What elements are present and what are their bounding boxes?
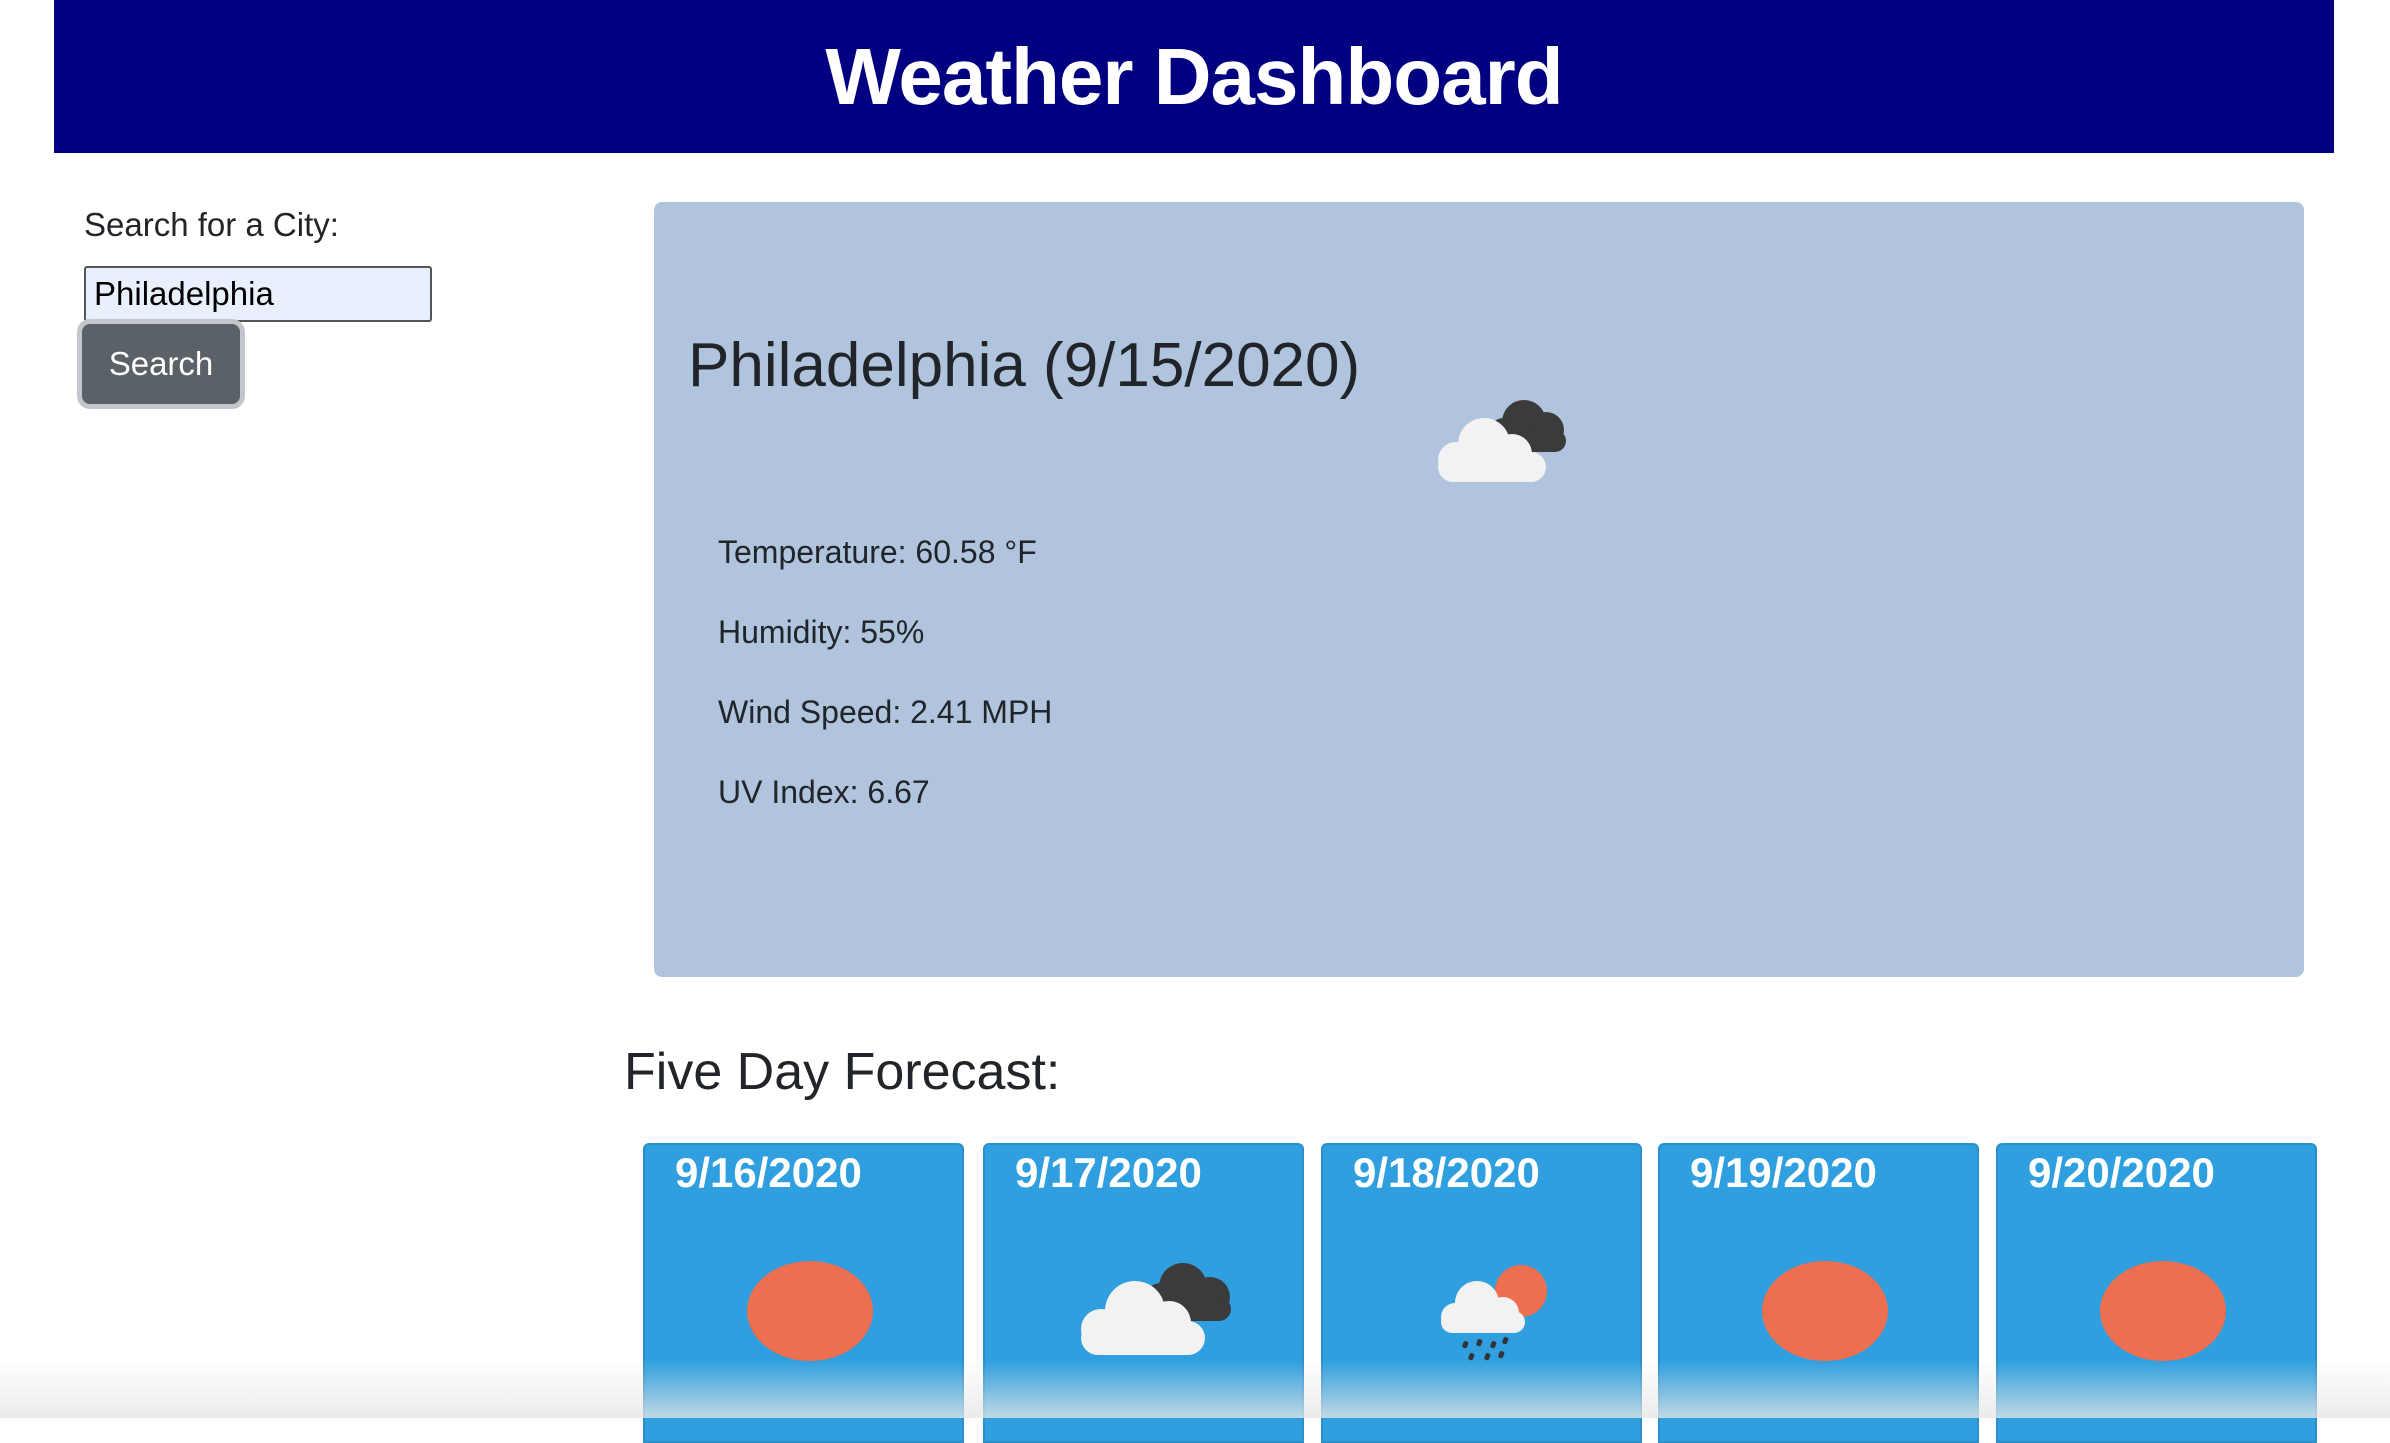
forecast-card: 9/18/2020 — [1321, 1143, 1642, 1443]
city-search-input[interactable] — [84, 266, 432, 322]
temperature-text: Temperature: 60.58 °F — [718, 534, 1037, 570]
forecast-card: 9/19/2020 — [1658, 1143, 1979, 1443]
current-city-heading: Philadelphia (9/15/2020) — [688, 331, 1361, 400]
rain-icon — [1441, 1265, 1547, 1361]
search-button[interactable]: Search — [82, 324, 240, 404]
forecast-date: 9/17/2020 — [1015, 1149, 1202, 1196]
forecast-card: 9/17/2020 — [983, 1143, 1304, 1443]
page-header: Weather Dashboard — [54, 0, 2334, 153]
uv-index-text: UV Index: 6.67 — [718, 774, 930, 810]
search-label: Search for a City: — [84, 206, 339, 243]
wind-speed-text: Wind Speed: 2.41 MPH — [718, 694, 1053, 730]
humidity-text: Humidity: 55% — [718, 614, 925, 650]
forecast-date: 9/20/2020 — [2028, 1149, 2215, 1196]
cloudy-icon — [1081, 1263, 1231, 1355]
page-title: Weather Dashboard — [825, 31, 1563, 121]
forecast-card: 9/16/2020 — [643, 1143, 964, 1443]
sun-icon — [1762, 1261, 1888, 1361]
forecast-date: 9/18/2020 — [1353, 1149, 1540, 1196]
sun-icon — [747, 1261, 873, 1361]
forecast-date: 9/19/2020 — [1690, 1149, 1877, 1196]
forecast-card: 9/20/2020 — [1996, 1143, 2317, 1443]
sun-icon — [2100, 1261, 2226, 1361]
forecast-date: 9/16/2020 — [675, 1149, 862, 1196]
cloudy-icon — [1438, 400, 1566, 482]
forecast-heading: Five Day Forecast: — [624, 1043, 1061, 1101]
current-weather-card: Philadelphia (9/15/2020) Temperature: 60… — [654, 202, 2304, 977]
